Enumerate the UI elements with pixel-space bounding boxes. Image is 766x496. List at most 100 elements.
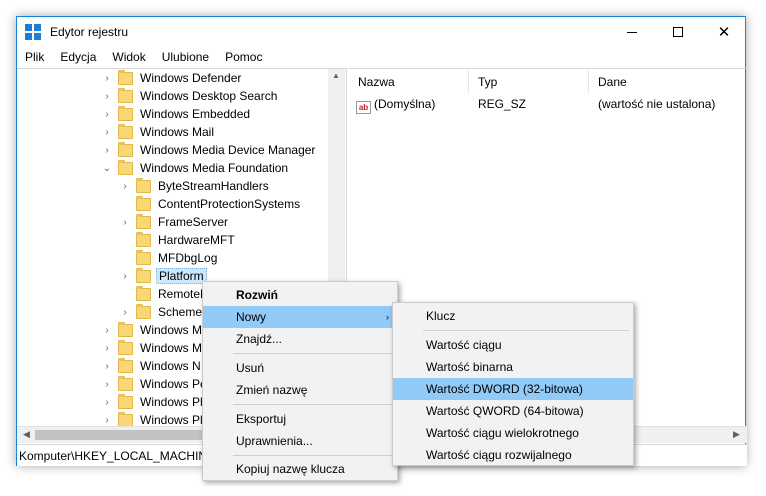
- tree-item[interactable]: › Windows Embedded: [101, 105, 252, 123]
- expand-chevron-icon[interactable]: ›: [101, 415, 113, 426]
- folder-icon: [118, 393, 133, 409]
- folder-icon: [118, 123, 133, 139]
- tree-item-selected[interactable]: › Platform: [119, 267, 207, 285]
- expand-chevron-icon[interactable]: ›: [119, 181, 131, 192]
- menu-item-expand[interactable]: Rozwiń: [203, 284, 397, 306]
- menu-item-rename[interactable]: Zmień nazwę: [203, 379, 397, 401]
- collapse-chevron-icon[interactable]: ⌄: [101, 163, 113, 174]
- tree-item[interactable]: RemoteD: [119, 285, 211, 303]
- submenu-item-qword-value[interactable]: Wartość QWORD (64-bitowa): [393, 400, 633, 422]
- menu-separator: [233, 404, 393, 405]
- menu-view[interactable]: Widok: [104, 47, 153, 67]
- submenu-item-dword-value[interactable]: Wartość DWORD (32-bitowa): [393, 378, 633, 400]
- menu-item-new-label: Nowy: [236, 310, 267, 324]
- expand-chevron-icon[interactable]: ›: [101, 361, 113, 372]
- expand-chevron-icon[interactable]: ›: [101, 325, 113, 336]
- tree-item[interactable]: › SchemeH: [119, 303, 213, 321]
- expand-chevron-icon[interactable]: ›: [101, 145, 113, 156]
- maximize-button[interactable]: [655, 17, 701, 47]
- value-name-label: (Domyślna): [374, 97, 436, 111]
- scrollbar-thumb[interactable]: [35, 430, 205, 440]
- folder-icon: [118, 411, 133, 426]
- tree-item-label: Windows Mail: [140, 125, 215, 139]
- tree-item-label: Windows Pe: [140, 377, 207, 391]
- submenu-item-binary-value[interactable]: Wartość binarna: [393, 356, 633, 378]
- expand-chevron-icon[interactable]: ›: [119, 217, 131, 228]
- folder-icon: [136, 249, 151, 265]
- tree-item-label: Windows Media Foundation: [140, 161, 289, 175]
- tree-item[interactable]: › FrameServer: [119, 213, 230, 231]
- maximize-icon: [673, 27, 683, 37]
- scroll-left-icon[interactable]: ◀: [23, 429, 30, 440]
- tree-item-label: FrameServer: [158, 215, 229, 229]
- expand-chevron-icon[interactable]: ›: [119, 307, 131, 318]
- folder-icon: [136, 213, 151, 229]
- tree-item-label: Windows N: [140, 359, 201, 373]
- tree-item[interactable]: › Windows M: [101, 321, 204, 339]
- submenu-item-multi-string-value[interactable]: Wartość ciągu wielokrotnego: [393, 422, 633, 444]
- tree-item[interactable]: › Windows Pe: [101, 375, 209, 393]
- tree-item-label: ByteStreamHandlers: [158, 179, 269, 193]
- tree-item[interactable]: › Windows N: [101, 357, 203, 375]
- tree-item[interactable]: › Windows M: [101, 339, 204, 357]
- tree-item[interactable]: ContentProtectionSystems: [119, 195, 302, 213]
- title-bar[interactable]: Edytor rejestru ✕: [17, 17, 745, 47]
- menu-item-export[interactable]: Eksportuj: [203, 408, 397, 430]
- folder-icon: [136, 177, 151, 193]
- expand-chevron-icon[interactable]: ›: [101, 91, 113, 102]
- submenu-arrow-icon: ›: [386, 312, 389, 322]
- submenu-item-key[interactable]: Klucz: [393, 305, 633, 327]
- minimize-button[interactable]: [609, 17, 655, 47]
- expand-chevron-icon[interactable]: ›: [101, 343, 113, 354]
- folder-icon: [118, 339, 133, 355]
- folder-icon: [136, 267, 151, 283]
- menu-item-permissions[interactable]: Uprawnienia...: [203, 430, 397, 452]
- submenu-item-expandable-string-value[interactable]: Wartość ciągu rozwijalnego: [393, 444, 633, 466]
- tree-item[interactable]: › Windows Media Device Manager: [101, 141, 317, 159]
- tree-item[interactable]: MFDbgLog: [119, 249, 219, 267]
- column-header-type[interactable]: Typ: [478, 75, 497, 89]
- menu-item-new[interactable]: Nowy ›: [203, 306, 397, 328]
- menu-item-find[interactable]: Znajdź...: [203, 328, 397, 350]
- folder-icon: [136, 303, 151, 319]
- regedit-app-icon: [25, 24, 41, 40]
- expand-chevron-icon[interactable]: ›: [101, 127, 113, 138]
- column-divider[interactable]: [588, 69, 589, 93]
- folder-icon: [118, 375, 133, 391]
- menu-favorites[interactable]: Ulubione: [154, 47, 217, 67]
- tree-item-label: Windows Media Device Manager: [140, 143, 316, 157]
- menu-edit[interactable]: Edycja: [52, 47, 104, 67]
- folder-icon: [118, 159, 133, 175]
- new-submenu: Klucz Wartość ciągu Wartość binarna Wart…: [392, 302, 634, 466]
- tree-item[interactable]: › Windows Mail: [101, 123, 216, 141]
- expand-chevron-icon[interactable]: ›: [101, 397, 113, 408]
- scroll-right-icon[interactable]: ▶: [733, 429, 740, 440]
- tree-item-expanded[interactable]: ⌄ Windows Media Foundation: [101, 159, 290, 177]
- value-row-name[interactable]: ab (Domyślna): [356, 97, 435, 114]
- menu-bar: Plik Edycja Widok Ulubione Pomoc: [17, 47, 745, 67]
- column-header-name[interactable]: Nazwa: [358, 75, 395, 89]
- context-menu: Rozwiń Nowy › Znajdź... Usuń Zmień nazwę …: [202, 281, 398, 481]
- menu-item-copy-key-name[interactable]: Kopiuj nazwę klucza: [203, 458, 397, 480]
- tree-item[interactable]: › Windows Defender: [101, 69, 243, 87]
- column-divider[interactable]: [468, 69, 469, 93]
- tree-item[interactable]: HardwareMFT: [119, 231, 237, 249]
- submenu-item-string-value[interactable]: Wartość ciągu: [393, 334, 633, 356]
- tree-item[interactable]: › ByteStreamHandlers: [119, 177, 271, 195]
- tree-item-label: Windows Ph: [140, 395, 207, 409]
- folder-icon: [118, 321, 133, 337]
- tree-item[interactable]: › Windows Ph: [101, 411, 209, 426]
- expand-chevron-icon[interactable]: ›: [101, 73, 113, 84]
- column-header-data[interactable]: Dane: [598, 75, 627, 89]
- close-button[interactable]: ✕: [701, 17, 747, 47]
- folder-icon: [136, 285, 151, 301]
- expand-chevron-icon[interactable]: ›: [119, 271, 131, 282]
- scroll-up-icon[interactable]: ▲: [332, 71, 340, 80]
- menu-help[interactable]: Pomoc: [217, 47, 270, 67]
- menu-item-delete[interactable]: Usuń: [203, 357, 397, 379]
- menu-file[interactable]: Plik: [17, 47, 52, 67]
- tree-item[interactable]: › Windows Desktop Search: [101, 87, 279, 105]
- expand-chevron-icon[interactable]: ›: [101, 109, 113, 120]
- expand-chevron-icon[interactable]: ›: [101, 379, 113, 390]
- tree-item[interactable]: › Windows Ph: [101, 393, 209, 411]
